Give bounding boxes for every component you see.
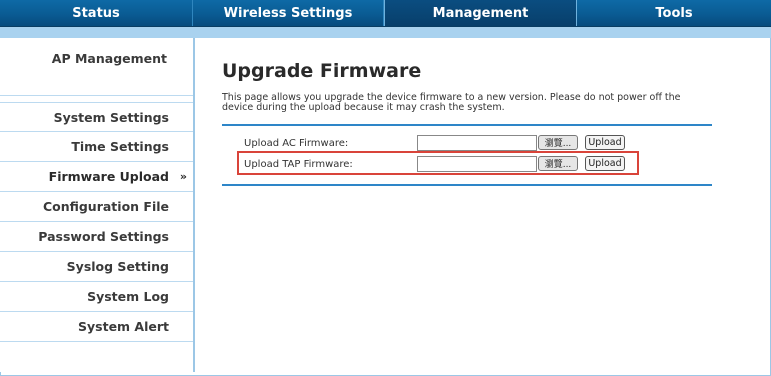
sidebar-item-configuration-file[interactable]: Configuration File — [0, 192, 193, 222]
sidebar-item-label: Syslog Setting — [66, 259, 169, 274]
sidebar-item-syslog-setting[interactable]: Syslog Setting — [0, 252, 193, 282]
sub-nav-bar — [0, 27, 771, 38]
sidebar-item-firmware-upload[interactable]: Firmware Upload » — [0, 162, 193, 192]
tab-management[interactable]: Management — [384, 0, 577, 26]
sidebar-item-system-alert[interactable]: System Alert — [0, 312, 193, 342]
sidebar-header: AP Management — [0, 38, 193, 96]
sidebar-item-label: System Settings — [53, 109, 169, 125]
sidebar-item-label: Configuration File — [42, 199, 169, 214]
tab-tools[interactable]: Tools — [577, 0, 771, 26]
upload-ac-firmware-label: Upload AC Firmware: — [244, 138, 349, 149]
sidebar-item-label: System Log — [87, 289, 169, 304]
tab-wireless-settings[interactable]: Wireless Settings — [193, 0, 384, 26]
top-navigation: Status Wireless Settings Management Tool… — [0, 0, 771, 27]
divider-bottom — [222, 184, 712, 186]
sidebar-item-label: Time Settings — [71, 139, 169, 154]
sidebar: AP Management System Settings Time Setti… — [0, 38, 195, 372]
page-description: This page allows you upgrade the device … — [222, 92, 681, 113]
ac-firmware-file-input[interactable] — [417, 135, 537, 151]
sidebar-item-system-log[interactable]: System Log — [0, 282, 193, 312]
sidebar-item-time-settings[interactable]: Time Settings — [0, 132, 193, 162]
ac-browse-button[interactable]: 瀏覽... — [538, 135, 578, 150]
sidebar-item-label: System Alert — [78, 319, 169, 334]
divider-top — [222, 124, 712, 126]
double-chevron-right-icon: » — [179, 170, 187, 183]
main-content: Upgrade Firmware This page allows you up… — [222, 60, 712, 186]
sidebar-item-label: Firmware Upload — [48, 169, 169, 184]
sidebar-item-password-settings[interactable]: Password Settings — [0, 222, 193, 252]
sidebar-item-label: Password Settings — [38, 229, 169, 244]
ac-upload-button[interactable]: Upload — [585, 135, 625, 150]
tab-status[interactable]: Status — [0, 0, 193, 26]
sidebar-item-system-settings[interactable]: System Settings — [0, 102, 193, 132]
tap-firmware-highlight-box — [237, 151, 639, 175]
page-title: Upgrade Firmware — [222, 60, 422, 82]
